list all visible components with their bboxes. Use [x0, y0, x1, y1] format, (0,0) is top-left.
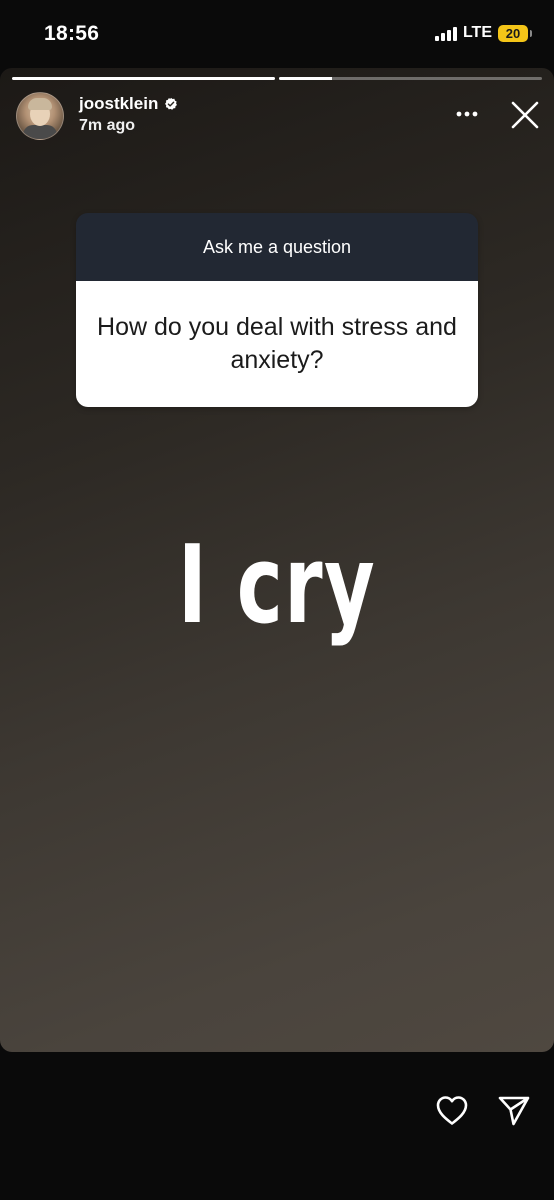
more-horizontal-icon[interactable] [456, 110, 478, 118]
avatar[interactable] [16, 92, 64, 140]
progress-segment [279, 77, 542, 80]
signal-icon [434, 25, 457, 41]
status-indicators: LTE 20 [434, 24, 532, 42]
story-view[interactable]: joostklein 7m ago Ask me a question How … [0, 68, 554, 1052]
progress-fill [279, 77, 332, 80]
story-progress [12, 77, 542, 80]
progress-fill [12, 77, 275, 80]
question-sticker-header: Ask me a question [76, 213, 478, 281]
status-bar: 18:56 LTE 20 [0, 0, 554, 68]
story-answer-text: I cry [177, 523, 377, 648]
network-type: LTE [462, 24, 492, 41]
progress-segment [12, 77, 275, 80]
question-sticker[interactable]: Ask me a question How do you deal with s… [76, 213, 478, 407]
close-icon[interactable] [510, 100, 540, 130]
username-row[interactable]: joostklein [79, 94, 178, 114]
heart-icon[interactable] [434, 1092, 470, 1128]
username[interactable]: joostklein [79, 94, 158, 114]
send-icon[interactable] [496, 1092, 532, 1128]
status-time: 18:56 [44, 22, 100, 45]
question-sticker-text: How do you deal with stress and anxiety? [76, 281, 478, 407]
verified-badge-icon [165, 97, 178, 110]
story-time-ago: 7m ago [79, 117, 136, 134]
battery-icon: 20 [498, 24, 532, 42]
story-header: joostklein 7m ago [16, 92, 540, 140]
story-actions [434, 1092, 532, 1128]
